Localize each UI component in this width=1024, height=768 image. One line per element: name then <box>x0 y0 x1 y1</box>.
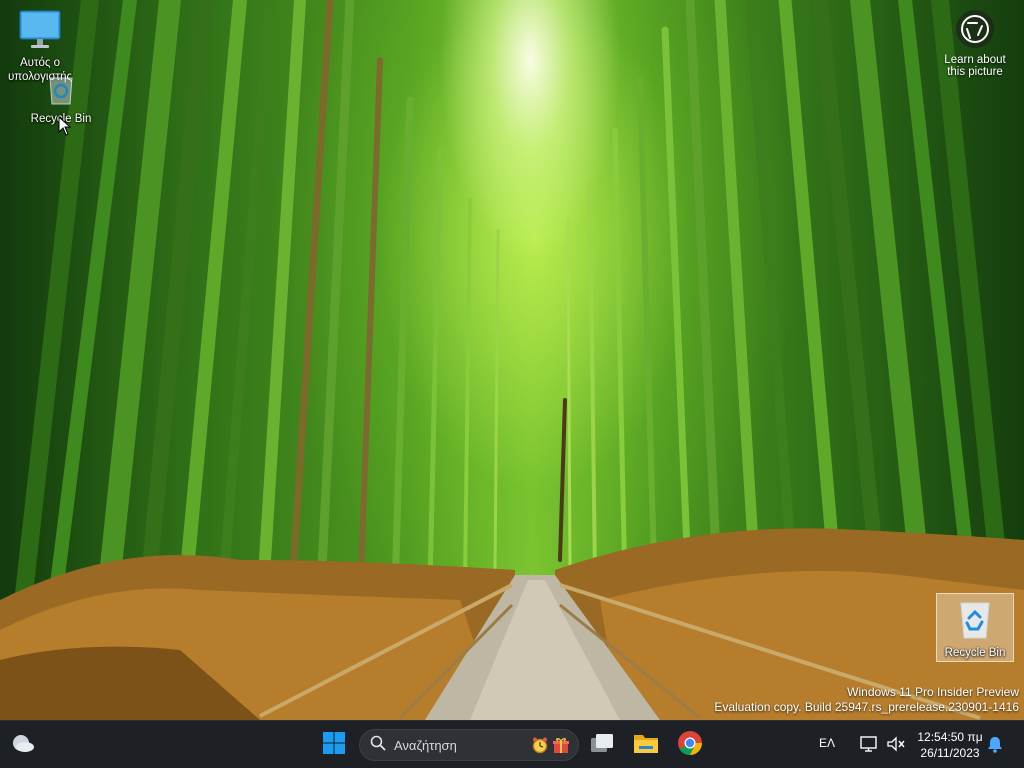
system-clock[interactable]: 12:54:50 πμ 26/11/2023 <box>912 729 988 761</box>
input-language-indicator[interactable]: ΕΛ <box>819 736 835 750</box>
volume-muted-icon[interactable] <box>886 735 906 758</box>
start-button[interactable] <box>316 727 352 763</box>
network-icon[interactable] <box>859 735 879 758</box>
search-icon <box>370 735 386 756</box>
desktop-icon-label: Recycle Bin <box>944 647 1006 659</box>
weather-widget-button[interactable] <box>5 727 41 763</box>
file-explorer-button[interactable] <box>628 727 664 763</box>
search-highlight-icon[interactable] <box>531 736 570 754</box>
weather-icon <box>10 732 36 759</box>
monitor-icon <box>0 10 80 53</box>
watermark-line1: Windows 11 Pro Insider Preview <box>847 685 1019 699</box>
search-placeholder: Αναζήτηση <box>394 737 457 753</box>
task-view-icon <box>590 732 614 759</box>
bamboo-forest-image <box>0 0 1024 720</box>
clock-time: 12:54:50 πμ <box>917 730 983 744</box>
folder-icon <box>633 732 659 759</box>
task-view-button[interactable] <box>584 727 620 763</box>
chrome-icon <box>677 730 703 761</box>
learn-about-picture[interactable]: Learn about this picture <box>938 10 1012 78</box>
taskbar-search[interactable]: Αναζήτηση <box>359 729 579 761</box>
learn-about-label: Learn about this picture <box>944 54 1006 78</box>
desktop-wallpaper <box>0 0 1024 720</box>
windows-logo-icon <box>322 731 346 760</box>
bell-icon[interactable] <box>986 735 1004 758</box>
watermark-line2: Evaluation copy. Build 25947.rs_prerelea… <box>714 700 1019 714</box>
build-watermark: Windows 11 Pro Insider Preview Evaluatio… <box>714 685 1019 715</box>
clock-date: 26/11/2023 <box>920 746 980 760</box>
desktop-icon-recycle-bin-selected[interactable]: Recycle Bin <box>936 593 1014 662</box>
chrome-button[interactable] <box>672 727 708 763</box>
recycle-bin-icon <box>937 598 1013 643</box>
recycle-bin-icon <box>21 70 101 109</box>
mouse-cursor-icon <box>58 115 72 141</box>
camera-lens-icon <box>956 10 994 48</box>
taskbar: Αναζήτηση ΕΛ 12:54:50 πμ 26/11/2023 <box>0 720 1024 768</box>
